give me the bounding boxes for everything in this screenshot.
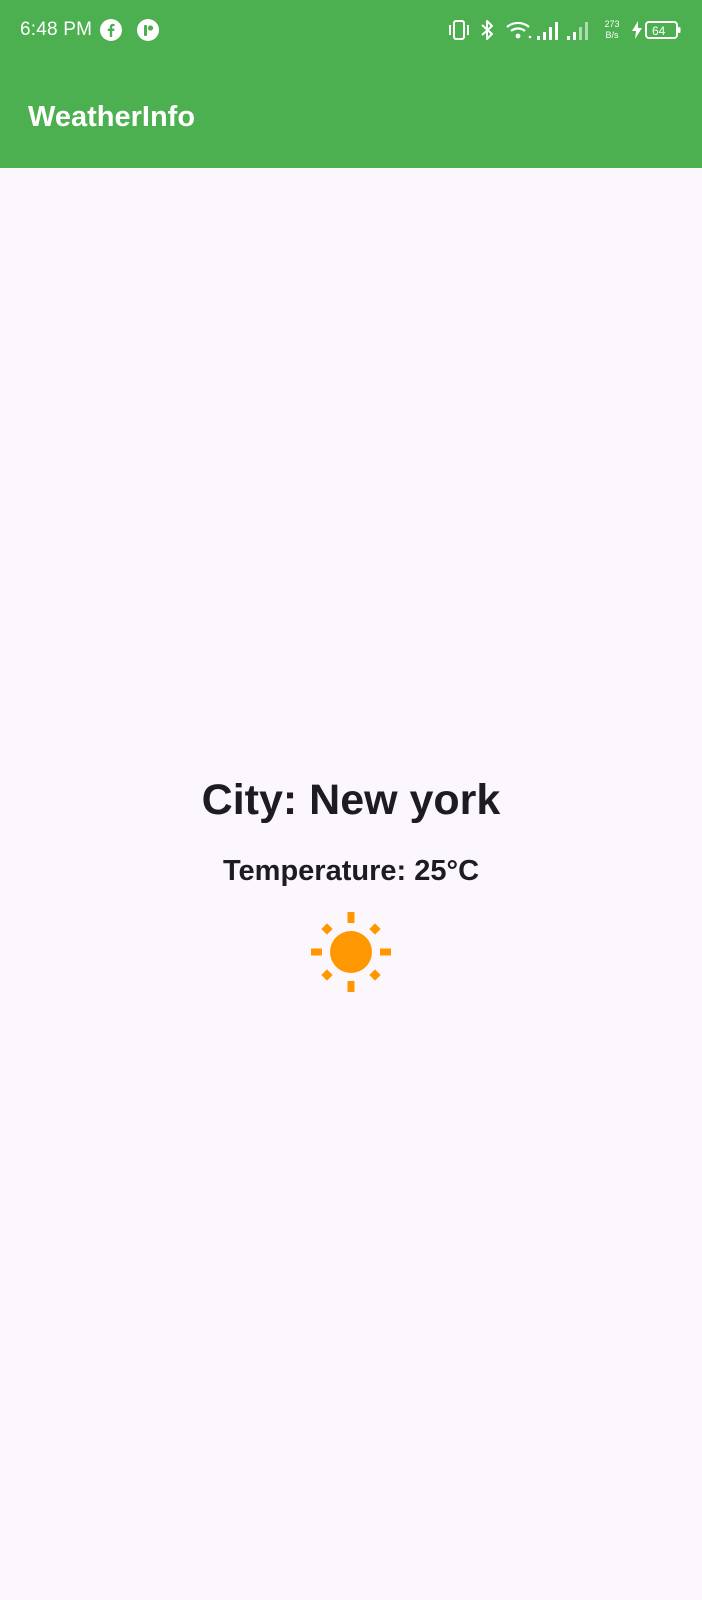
app-notification-icon xyxy=(137,19,159,41)
vibrate-icon xyxy=(449,20,469,40)
network-speed-value: 273 xyxy=(604,19,620,29)
wifi-icon xyxy=(506,21,532,39)
app-title: WeatherInfo xyxy=(28,101,196,133)
status-time: 6:48 PM xyxy=(20,19,93,40)
weather-content: City: New york Temperature: 25°C xyxy=(0,168,702,1600)
facebook-icon xyxy=(100,19,122,41)
battery-level: 64 xyxy=(652,24,666,38)
network-speed-unit: B/s xyxy=(605,30,619,40)
network-speed: 273 B/s xyxy=(600,19,624,41)
temperature-label: Temperature: 25°C xyxy=(222,855,480,887)
signal-icon xyxy=(537,22,558,40)
city-label: City: New york xyxy=(201,776,501,824)
status-bar: 6:48 PM 273 B/s 64 xyxy=(0,0,702,64)
app-bar: WeatherInfo xyxy=(0,64,702,168)
charging-icon xyxy=(632,21,642,39)
signal-icon xyxy=(567,22,588,40)
sun-icon xyxy=(311,912,391,992)
bluetooth-icon xyxy=(481,20,493,40)
